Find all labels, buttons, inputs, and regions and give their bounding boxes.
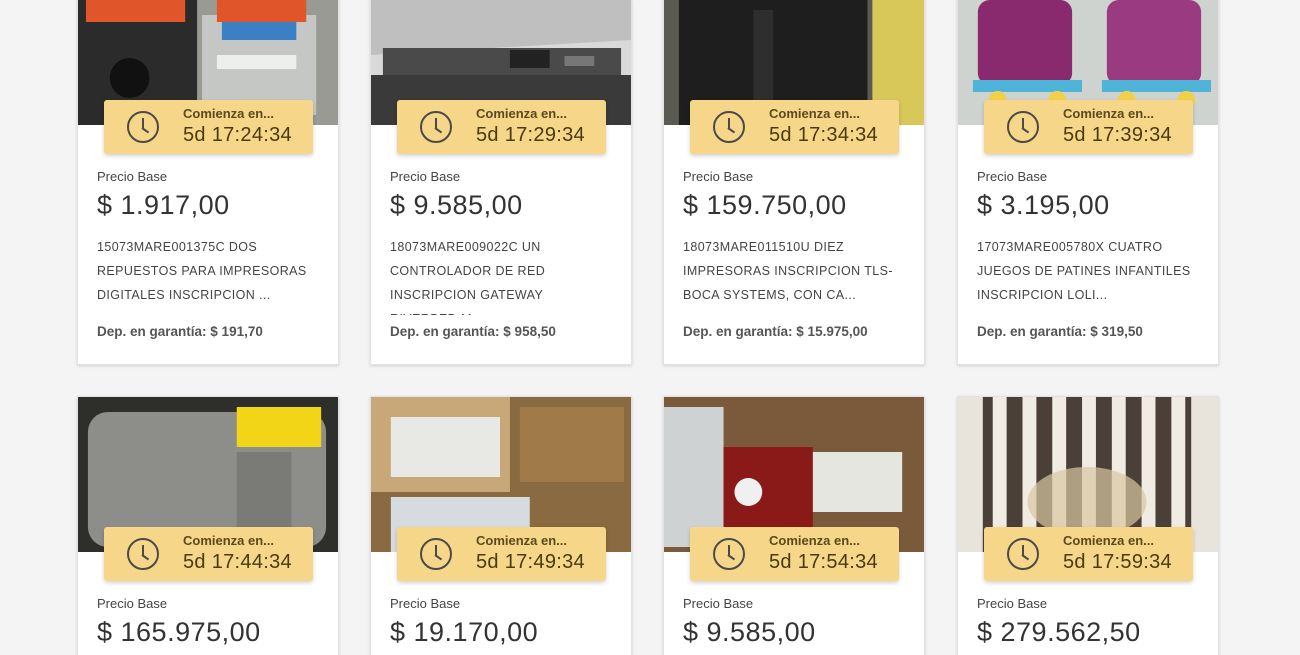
countdown-label: Comienza en... [476, 533, 568, 548]
countdown-timer: Comienza en... 5d 17:54:34 [690, 527, 899, 581]
deposit-value: $ 15.975,00 [796, 324, 868, 339]
countdown-timer: Comienza en... 5d 17:39:34 [984, 100, 1193, 154]
lot-card[interactable]: Comienza en... 5d 17:39:34 Precio Base $… [957, 0, 1219, 365]
lot-card[interactable]: Comienza en... 5d 17:24:34 Precio Base $… [77, 0, 339, 365]
deposit-label: Dep. en garantía: [97, 324, 207, 339]
price-value: $ 9.585,00 [390, 190, 523, 220]
lot-description[interactable]: 17073MARE005780X CUATRO JUEGOS DE PATINE… [977, 235, 1199, 315]
lot-card[interactable]: Comienza en... 5d 17:49:34 Precio Base $… [370, 396, 632, 655]
countdown-value: 5d 17:44:34 [183, 551, 292, 573]
countdown-label: Comienza en... [1063, 533, 1155, 548]
price-label: Precio Base [97, 596, 168, 611]
countdown-label: Comienza en... [183, 533, 275, 548]
countdown-value: 5d 17:49:34 [476, 551, 585, 573]
clock-icon [1007, 538, 1039, 570]
price-value: $ 159.750,00 [683, 190, 847, 220]
clock-icon [420, 111, 452, 143]
countdown-timer: Comienza en... 5d 17:59:34 [984, 527, 1193, 581]
countdown-value: 5d 17:59:34 [1063, 551, 1172, 573]
countdown-label: Comienza en... [476, 106, 568, 121]
countdown-value: 5d 17:39:34 [1063, 124, 1172, 146]
price-value: $ 165.975,00 [97, 617, 261, 647]
lot-card[interactable]: Comienza en... 5d 17:54:34 Precio Base $… [663, 396, 925, 655]
countdown-label: Comienza en... [183, 106, 275, 121]
price-label: Precio Base [97, 169, 168, 184]
lot-card[interactable]: Comienza en... 5d 17:44:34 Precio Base $… [77, 396, 339, 655]
lot-card[interactable]: Comienza en... 5d 17:59:34 Precio Base $… [957, 396, 1219, 655]
price-value: $ 9.585,00 [683, 617, 816, 647]
lot-description[interactable]: 15073MARE001375C DOS REPUESTOS PARA IMPR… [97, 235, 319, 315]
countdown-value: 5d 17:29:34 [476, 124, 585, 146]
clock-icon [713, 111, 745, 143]
countdown-timer: Comienza en... 5d 17:29:34 [397, 100, 606, 154]
countdown-value: 5d 17:34:34 [769, 124, 878, 146]
price-label: Precio Base [977, 596, 1048, 611]
deposit-label: Dep. en garantía: [390, 324, 500, 339]
deposit-info: Dep. en garantía: $ 958,50 [390, 323, 612, 341]
price-value: $ 1.917,00 [97, 190, 230, 220]
deposit-value: $ 319,50 [1090, 324, 1143, 339]
price-label: Precio Base [390, 169, 461, 184]
clock-icon [420, 538, 452, 570]
deposit-info: Dep. en garantía: $ 15.975,00 [683, 323, 905, 341]
deposit-info: Dep. en garantía: $ 191,70 [97, 323, 319, 341]
countdown-label: Comienza en... [769, 106, 861, 121]
deposit-label: Dep. en garantía: [977, 324, 1087, 339]
price-label: Precio Base [390, 596, 461, 611]
clock-icon [713, 538, 745, 570]
countdown-timer: Comienza en... 5d 17:44:34 [104, 527, 313, 581]
price-label: Precio Base [977, 169, 1048, 184]
countdown-timer: Comienza en... 5d 17:34:34 [690, 100, 899, 154]
lot-card[interactable]: Comienza en... 5d 17:34:34 Precio Base $… [663, 0, 925, 365]
clock-icon [1007, 111, 1039, 143]
price-value: $ 279.562,50 [977, 617, 1141, 647]
clock-icon [127, 111, 159, 143]
deposit-value: $ 191,70 [210, 324, 263, 339]
price-value: $ 3.195,00 [977, 190, 1110, 220]
lot-description[interactable]: 18073MARE011510U DIEZ IMPRESORAS INSCRIP… [683, 235, 905, 315]
countdown-timer: Comienza en... 5d 17:49:34 [397, 527, 606, 581]
countdown-value: 5d 17:54:34 [769, 551, 878, 573]
lot-card[interactable]: Comienza en... 5d 17:29:34 Precio Base $… [370, 0, 632, 365]
clock-icon [127, 538, 159, 570]
deposit-info: Dep. en garantía: $ 319,50 [977, 323, 1199, 341]
auction-lot-grid: Comienza en... 5d 17:24:34 Precio Base $… [0, 0, 1300, 655]
price-label: Precio Base [683, 596, 754, 611]
countdown-label: Comienza en... [1063, 106, 1155, 121]
countdown-timer: Comienza en... 5d 17:24:34 [104, 100, 313, 154]
price-label: Precio Base [683, 169, 754, 184]
deposit-label: Dep. en garantía: [683, 324, 793, 339]
countdown-value: 5d 17:24:34 [183, 124, 292, 146]
deposit-value: $ 958,50 [503, 324, 556, 339]
price-value: $ 19.170,00 [390, 617, 539, 647]
countdown-label: Comienza en... [769, 533, 861, 548]
lot-description[interactable]: 18073MARE009022C UN CONTROLADOR DE RED I… [390, 235, 612, 315]
